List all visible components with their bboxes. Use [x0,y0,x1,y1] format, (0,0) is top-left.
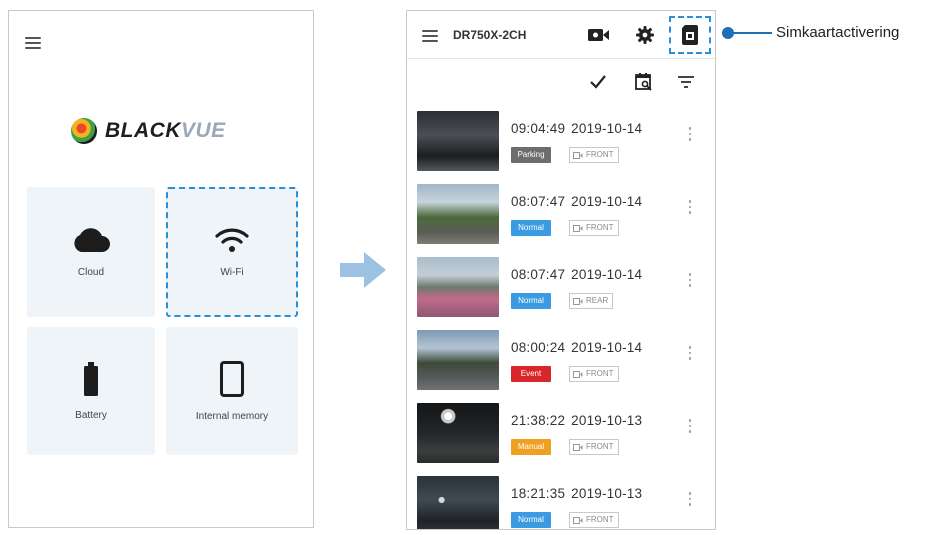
camera-tag: FRONT [569,147,619,163]
more-options-icon[interactable] [687,273,693,293]
cloud-icon [74,227,110,252]
recording-thumbnail[interactable] [417,111,499,171]
camera-icon [573,443,583,451]
recording-list: 09:04:49 2019-10-14 Parking FRONT 08:07:4… [407,107,715,529]
camera-tag: FRONT [569,439,619,455]
tile-cloud-label: Cloud [77,266,105,278]
recording-time: 08:00:24 [511,340,566,355]
recording-time: 18:21:35 [511,486,566,501]
tile-wifi-label: Wi-Fi [220,266,244,278]
recording-type-badge: Normal [511,220,551,236]
device-name: DR750X-2CH [453,28,527,42]
tile-internal-memory[interactable]: Internal memory [166,327,298,455]
camera-icon [573,297,583,305]
recordings-screen: DR750X-2CH 09:04:49 2019-10-14 Parking F… [406,10,716,530]
camera-icon [573,224,583,232]
recording-date: 2019-10-13 [571,486,643,501]
recording-thumbnail[interactable] [417,184,499,244]
arrow-right-icon [340,252,386,288]
camera-icon [573,516,583,524]
menu-icon[interactable] [422,30,438,42]
recording-date: 2019-10-14 [571,267,643,282]
wifi-icon [215,228,249,252]
camera-tag: REAR [569,293,614,309]
recording-date: 2019-10-14 [571,121,643,136]
callout-label: Simkaartactivering [776,24,900,41]
more-options-icon[interactable] [687,127,693,147]
tile-cloud[interactable]: Cloud [27,187,155,317]
recording-thumbnail[interactable] [417,257,499,317]
check-icon [590,75,606,89]
gear-icon [636,26,654,44]
tile-wifi[interactable]: Wi-Fi [166,187,298,317]
recording-thumbnail[interactable] [417,476,499,529]
recording-type-badge: Normal [511,512,551,528]
sim-activation-button[interactable] [669,16,711,54]
calendar-search-icon [635,73,652,91]
recording-time: 21:38:22 [511,413,566,428]
more-options-icon[interactable] [687,492,693,512]
recording-item[interactable]: 08:07:47 2019-10-14 Normal FRONT [407,180,715,253]
select-button[interactable] [587,71,609,93]
settings-button[interactable] [633,23,657,47]
camera-tag: FRONT [569,220,619,236]
record-icon [588,29,609,41]
recording-thumbnail[interactable] [417,330,499,390]
top-bar: DR750X-2CH [407,11,715,59]
tile-battery[interactable]: Battery [27,327,155,455]
menu-icon[interactable] [25,37,41,49]
camera-tag: FRONT [569,366,619,382]
phone-icon [220,360,244,397]
recording-date: 2019-10-14 [571,194,643,209]
recording-item[interactable]: 18:21:35 2019-10-13 Normal FRONT [407,472,715,529]
callout-line [730,32,772,34]
filter-button[interactable] [675,71,697,93]
record-button[interactable] [587,23,611,47]
tile-memory-label: Internal memory [195,410,269,422]
recording-item[interactable]: 21:38:22 2019-10-13 Manual FRONT [407,399,715,472]
camera-icon [573,370,583,378]
camera-icon [573,151,583,159]
more-options-icon[interactable] [687,419,693,439]
filter-icon [678,76,694,88]
more-options-icon[interactable] [687,200,693,220]
logo-mark-icon [71,118,97,144]
more-options-icon[interactable] [687,346,693,366]
tile-battery-label: Battery [75,409,107,421]
list-toolbar [407,69,715,97]
camera-tag: FRONT [569,512,619,528]
recording-item[interactable]: 08:00:24 2019-10-14 Event FRONT [407,326,715,399]
recording-item[interactable]: 08:07:47 2019-10-14 Normal REAR [407,253,715,326]
recording-time: 08:07:47 [511,267,566,282]
recording-date: 2019-10-14 [571,340,643,355]
recording-type-badge: Parking [511,147,551,163]
recording-type-badge: Manual [511,439,551,455]
home-screen: BLACKVUE Cloud Wi-Fi Battery Internal me… [8,10,314,528]
recording-type-badge: Normal [511,293,551,309]
sim-card-icon [682,25,698,45]
recording-date: 2019-10-13 [571,413,643,428]
battery-icon [84,361,98,396]
blackvue-logo: BLACKVUE [71,115,261,147]
recording-type-badge: Event [511,366,551,382]
recording-time: 09:04:49 [511,121,566,136]
recording-time: 08:07:47 [511,194,566,209]
calendar-search-button[interactable] [633,71,655,93]
recording-item[interactable]: 09:04:49 2019-10-14 Parking FRONT [407,107,715,180]
recording-thumbnail[interactable] [417,403,499,463]
